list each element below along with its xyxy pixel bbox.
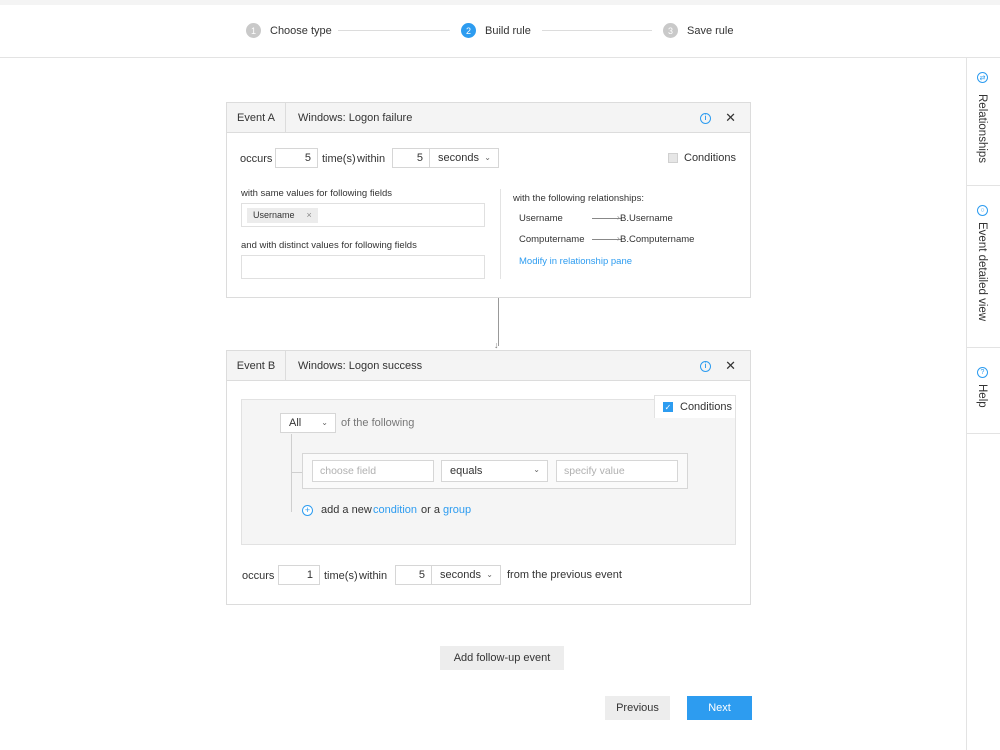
next-button[interactable]: Next xyxy=(687,696,752,720)
add-icon[interactable]: + xyxy=(302,505,313,516)
event-a-type: Windows: Logon failure xyxy=(298,111,413,124)
add-condition-link[interactable]: condition xyxy=(373,504,417,516)
step-save-rule[interactable]: 3 Save rule xyxy=(663,23,733,38)
step-label-build-rule: Build rule xyxy=(485,24,531,37)
step-build-rule[interactable]: 2 Build rule xyxy=(461,23,531,38)
time-unit-select[interactable]: seconds ⌄ xyxy=(431,565,501,585)
occurs-label: occurs xyxy=(240,153,273,165)
event-detail-icon: ○ xyxy=(977,205,988,216)
time-unit-value: seconds xyxy=(440,569,481,581)
step-number-3: 3 xyxy=(663,23,678,38)
choose-field-input[interactable]: choose field xyxy=(312,460,434,482)
side-tab-help[interactable]: ? Help xyxy=(967,348,1000,434)
event-b-type: Windows: Logon success xyxy=(298,359,423,372)
field-chip: Username × xyxy=(247,208,318,223)
add-follow-up-button[interactable]: Add follow-up event xyxy=(440,646,564,670)
side-tab-event-detailed-view[interactable]: ○ Event detailed view xyxy=(967,186,1000,348)
previous-button[interactable]: Previous xyxy=(605,696,670,720)
within-value-input[interactable]: 5 xyxy=(395,565,432,585)
step-label-save-rule: Save rule xyxy=(687,24,734,37)
chip-label: Username xyxy=(253,210,295,220)
step-choose-type[interactable]: 1 Choose type xyxy=(246,23,332,38)
step-label-choose-type: Choose type xyxy=(270,24,332,37)
divider xyxy=(500,189,501,279)
step-connector-line xyxy=(542,30,652,31)
same-values-field[interactable]: Username × xyxy=(241,203,485,227)
conditions-label: Conditions xyxy=(680,401,732,413)
occurrence-count-input[interactable]: 5 xyxy=(275,148,318,168)
chevron-down-icon: ⌄ xyxy=(484,153,491,162)
help-icon: ? xyxy=(977,367,988,378)
arrow-down-icon: ↓ xyxy=(494,340,499,350)
event-connector-line xyxy=(498,298,499,346)
step-number-2: 2 xyxy=(461,23,476,38)
stepper-bar: 1 Choose type 2 Build rule 3 Save rule xyxy=(0,0,1000,58)
distinct-values-label: and with distinct values for following f… xyxy=(241,240,417,251)
relationships-icon: ⇄ xyxy=(977,72,988,83)
conditions-toggle[interactable]: ✓ Conditions xyxy=(654,395,736,418)
of-following-label: of the following xyxy=(341,417,415,429)
conditions-label: Conditions xyxy=(684,152,736,164)
close-icon[interactable]: ✕ xyxy=(725,111,736,124)
event-b-card: Event B Windows: Logon success i ✕ All ⌄… xyxy=(226,350,751,605)
info-icon[interactable]: i xyxy=(700,113,711,124)
match-value: All xyxy=(289,417,302,429)
relationship-to: B.Computername xyxy=(620,234,695,245)
remove-chip-icon[interactable]: × xyxy=(307,208,312,223)
relationship-from: Computername xyxy=(519,234,585,245)
time-unit-value: seconds xyxy=(438,152,479,164)
or-a-label: or a xyxy=(421,504,440,516)
relationships-title: with the following relationships: xyxy=(513,193,644,204)
chevron-down-icon: ⌄ xyxy=(486,570,493,579)
same-values-label: with same values for following fields xyxy=(241,188,393,199)
event-a-card: Event A Windows: Logon failure i ✕ occur… xyxy=(226,102,751,298)
step-number-1: 1 xyxy=(246,23,261,38)
side-tab-label: Help xyxy=(976,384,988,408)
time-unit-select[interactable]: seconds ⌄ xyxy=(429,148,499,168)
side-tab-label: Event detailed view xyxy=(976,222,988,322)
conditions-checkbox[interactable]: ✓ xyxy=(663,402,673,412)
event-a-header: Event A Windows: Logon failure i ✕ xyxy=(227,102,750,133)
event-b-header: Event B Windows: Logon success i ✕ xyxy=(227,350,750,381)
relationship-to: B.Username xyxy=(620,213,673,224)
occurs-label: occurs xyxy=(242,570,275,582)
within-label: within xyxy=(357,153,386,165)
times-label: time(s) xyxy=(322,153,356,165)
side-tab-relationships[interactable]: ⇄ Relationships xyxy=(967,58,1000,186)
side-tab-label: Relationships xyxy=(976,94,988,164)
from-previous-label: from the previous event xyxy=(507,569,622,581)
distinct-values-field[interactable] xyxy=(241,255,485,279)
step-connector-line xyxy=(338,30,450,31)
event-a-label: Event A xyxy=(227,102,286,133)
operator-value: equals xyxy=(450,465,483,477)
chevron-down-icon: ⌄ xyxy=(533,465,540,474)
side-panel: ⇄ Relationships ○ Event detailed view ? … xyxy=(966,58,1000,750)
within-value-input[interactable]: 5 xyxy=(392,148,430,168)
relationship-from: Username xyxy=(519,213,563,224)
add-new-label: add a new xyxy=(321,504,372,516)
top-strip xyxy=(0,0,1000,5)
modify-relationship-link[interactable]: Modify in relationship pane xyxy=(519,256,632,267)
close-icon[interactable]: ✕ xyxy=(725,359,736,372)
specify-value-input[interactable]: specify value xyxy=(556,460,678,482)
add-group-link[interactable]: group xyxy=(443,504,471,516)
conditions-panel: All ⌄ of the following choose field equa… xyxy=(241,399,736,545)
tree-line xyxy=(291,434,292,512)
chevron-down-icon: ⌄ xyxy=(321,418,328,427)
condition-row: choose field equals ⌄ specify value xyxy=(302,453,688,489)
match-all-select[interactable]: All ⌄ xyxy=(280,413,336,433)
within-label: within xyxy=(359,570,388,582)
conditions-checkbox[interactable] xyxy=(668,153,678,163)
event-b-label: Event B xyxy=(227,350,286,381)
times-label: time(s) xyxy=(324,570,358,582)
info-icon[interactable]: i xyxy=(700,361,711,372)
operator-select[interactable]: equals ⌄ xyxy=(441,460,548,482)
occurrence-count-input[interactable]: 1 xyxy=(278,565,320,585)
